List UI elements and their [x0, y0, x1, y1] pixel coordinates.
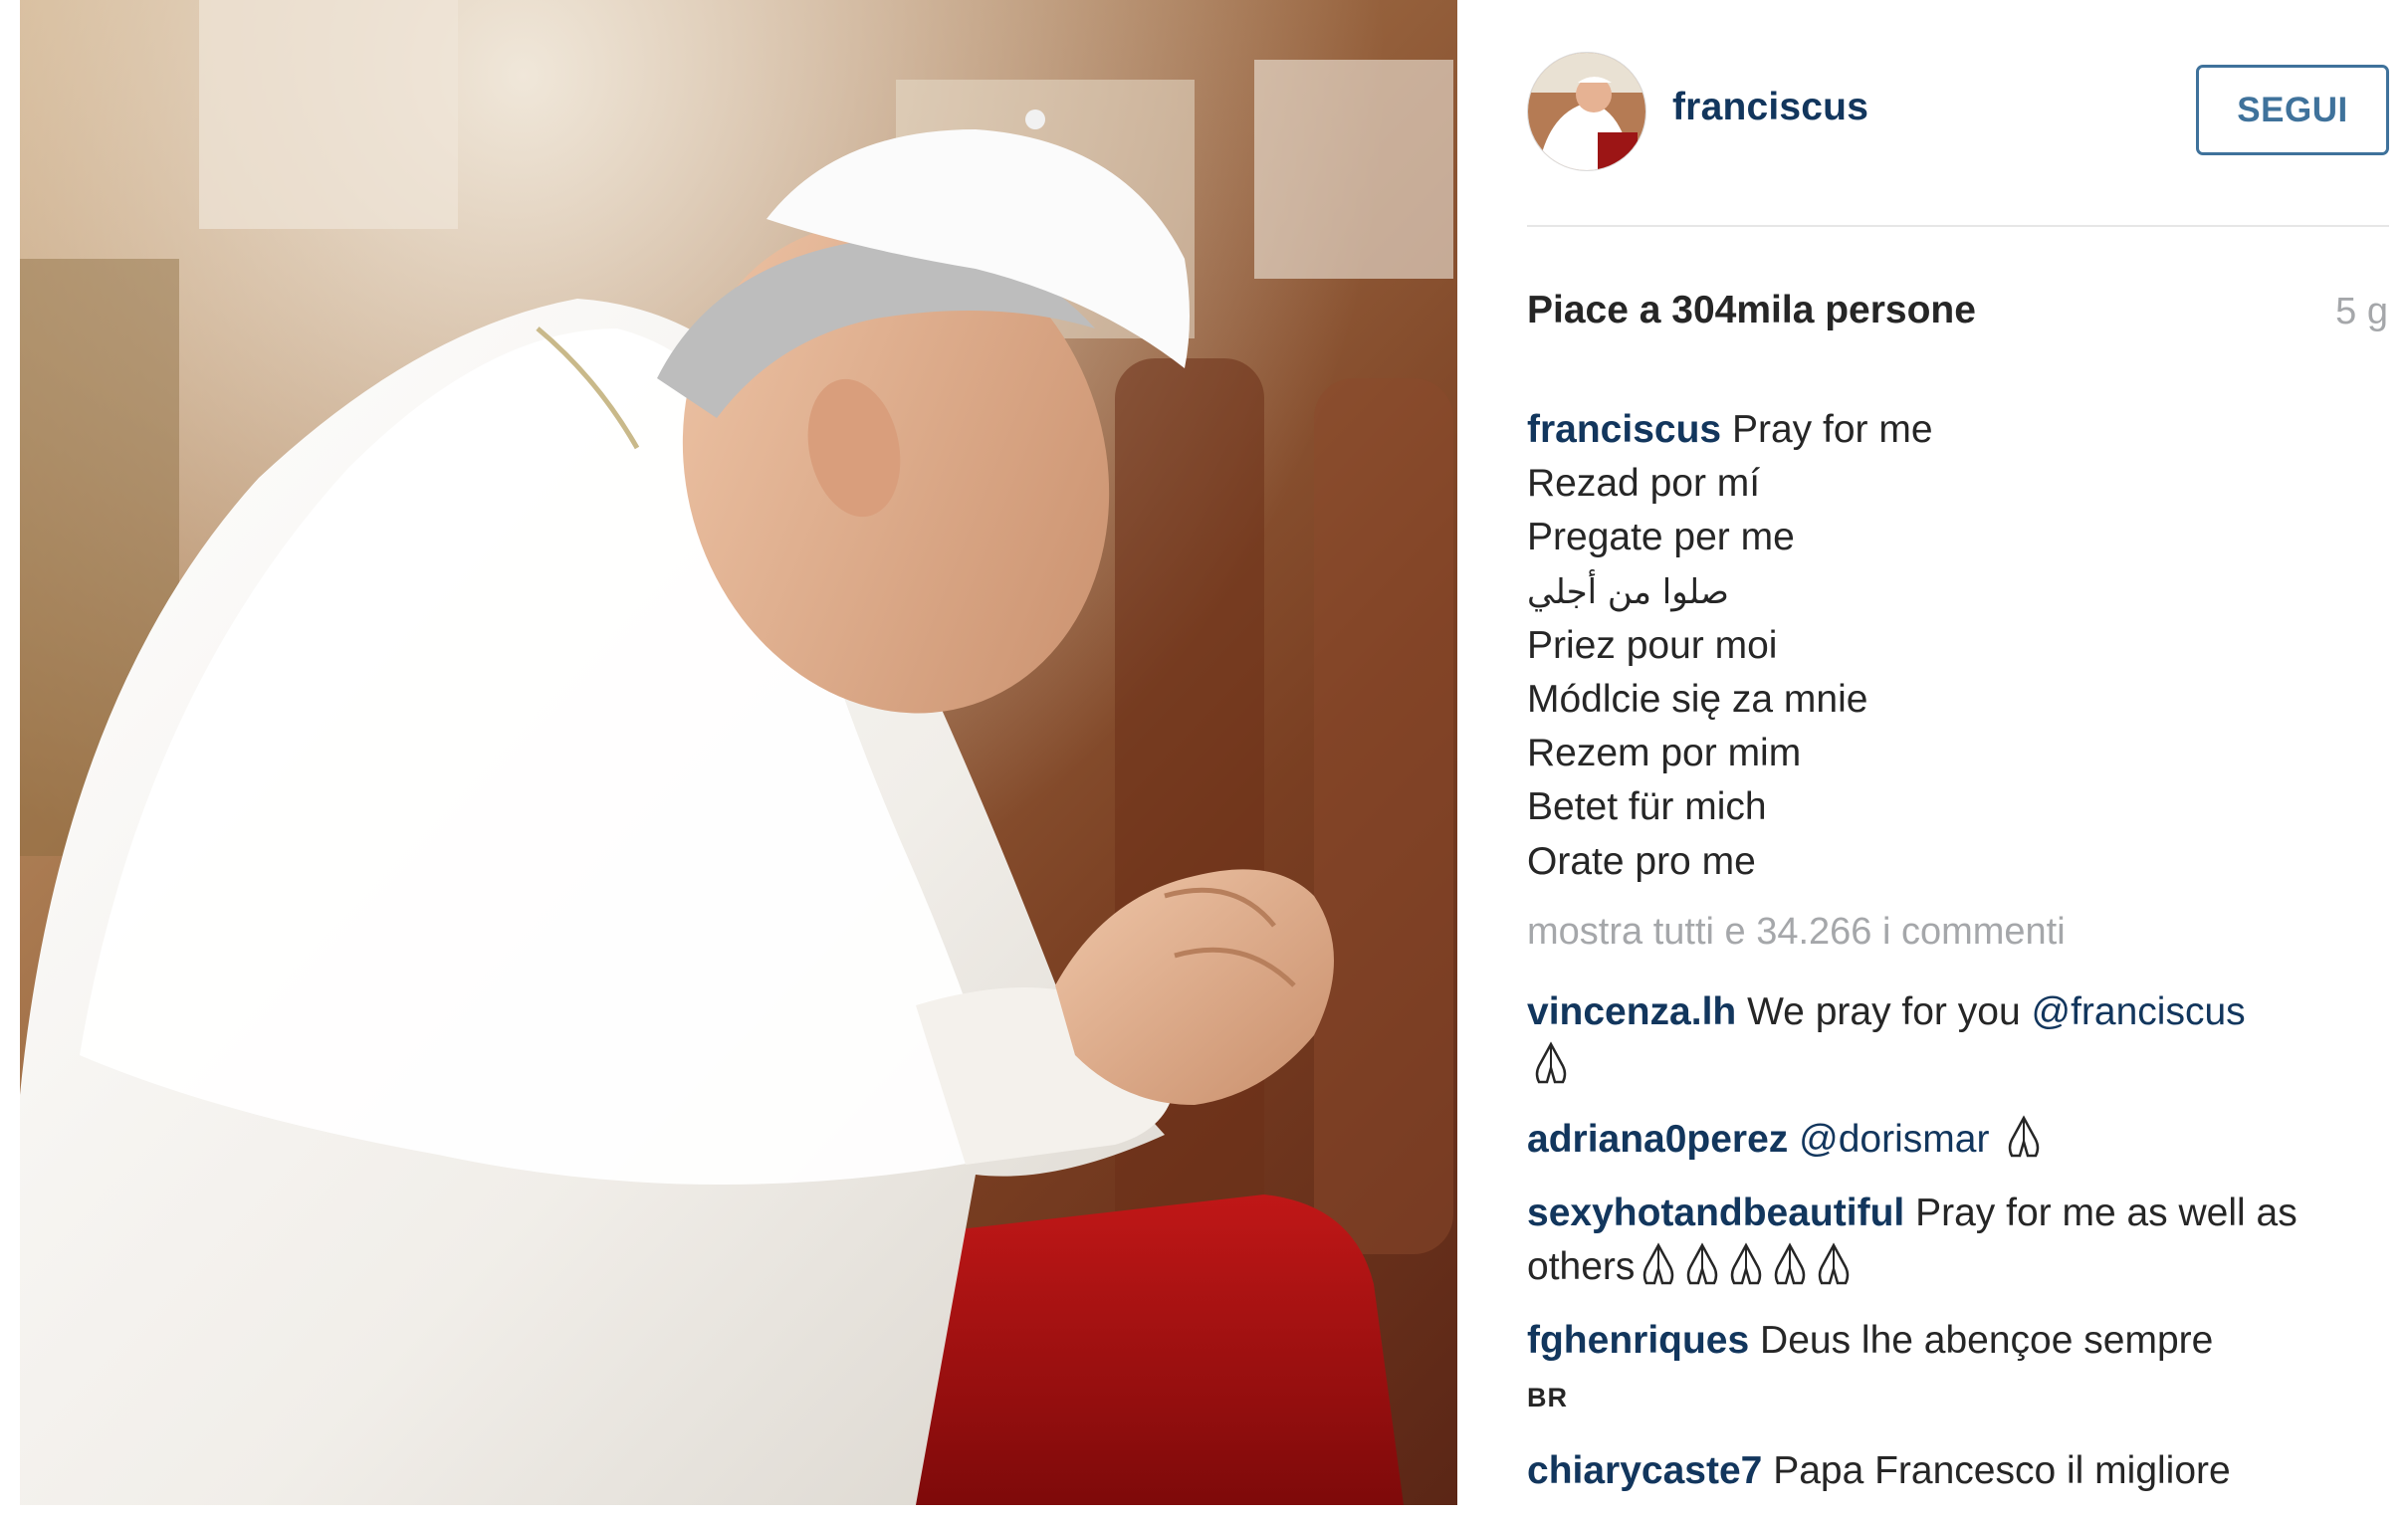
- comment-author[interactable]: sexyhotandbeautiful: [1527, 1192, 1904, 1234]
- caption-line: Pray for me: [1731, 408, 1933, 451]
- comment-text: Deus lhe abençoe sempre: [1760, 1319, 2214, 1362]
- likes-count[interactable]: Piace a 304mila persone: [1527, 289, 1976, 332]
- caption-line-arabic: صلوا من أجلي: [1527, 571, 1729, 612]
- caption-author[interactable]: franciscus: [1527, 408, 1721, 451]
- comment-mention[interactable]: @franciscus: [2031, 990, 2245, 1033]
- comment-author[interactable]: chiarycaste7: [1527, 1449, 1762, 1492]
- follow-button[interactable]: SEGUI: [2196, 65, 2389, 155]
- caption-line: Priez pour moi: [1527, 623, 1778, 667]
- header-divider: [1527, 225, 2389, 227]
- comments-list: vincenza.lh We pray for you @franciscus …: [1527, 985, 2403, 1518]
- caption-line: Módlcie się za mnie: [1527, 678, 1868, 722]
- comment-author[interactable]: adriana0perez: [1527, 1118, 1788, 1161]
- comment-item: chiarycaste7 Papa Francesco il migliore: [1527, 1444, 2403, 1498]
- folded-hands-icon: [1531, 1040, 1571, 1086]
- folded-hands-icon: [1770, 1241, 1810, 1287]
- comment-item: sexyhotandbeautiful Pray for me as well …: [1527, 1187, 2403, 1294]
- comment-author[interactable]: fghenriques: [1527, 1319, 1749, 1362]
- caption-line: Rezem por mim: [1527, 732, 1802, 775]
- caption-line: Orate pro me: [1527, 839, 1756, 883]
- folded-hands-icon: [1726, 1241, 1766, 1287]
- comment-text: We pray for you: [1747, 990, 2032, 1033]
- post-caption: franciscus Pray for me Rezad por mí Preg…: [1527, 403, 2389, 889]
- pope-praying-image: [20, 0, 1457, 1505]
- caption-line: Betet für mich: [1527, 785, 1767, 829]
- avatar-image: [1528, 53, 1645, 170]
- folded-hands-icon: [2004, 1114, 2044, 1160]
- post-author-username[interactable]: franciscus: [1672, 86, 1868, 129]
- comment-flag-text: BR: [1527, 1383, 1568, 1412]
- comment-author[interactable]: vincenza.lh: [1527, 990, 1736, 1033]
- post-photo[interactable]: [20, 0, 1457, 1505]
- comment-mention[interactable]: @dorismar: [1799, 1118, 1989, 1161]
- profile-avatar[interactable]: [1527, 52, 1646, 171]
- folded-hands-icon: [1639, 1241, 1678, 1287]
- comment-item: adriana0perez @dorismar: [1527, 1113, 2403, 1167]
- comment-item: fghenriques Deus lhe abençoe sempre BR: [1527, 1314, 2403, 1424]
- post-details-panel: franciscus SEGUI Piace a 304mila persone…: [1457, 0, 2408, 1505]
- view-all-comments-link[interactable]: mostra tutti e 34.266 i commenti: [1527, 911, 2066, 954]
- post-age[interactable]: 5 g: [2335, 291, 2388, 333]
- folded-hands-icon: [1814, 1241, 1854, 1287]
- comment-item: vincenza.lh We pray for you @franciscus: [1527, 985, 2403, 1093]
- caption-line: Pregate per me: [1527, 516, 1795, 559]
- folded-hands-icon: [1682, 1241, 1722, 1287]
- caption-line: Rezad por mí: [1527, 462, 1761, 506]
- comment-text: Papa Francesco il migliore: [1773, 1449, 2231, 1492]
